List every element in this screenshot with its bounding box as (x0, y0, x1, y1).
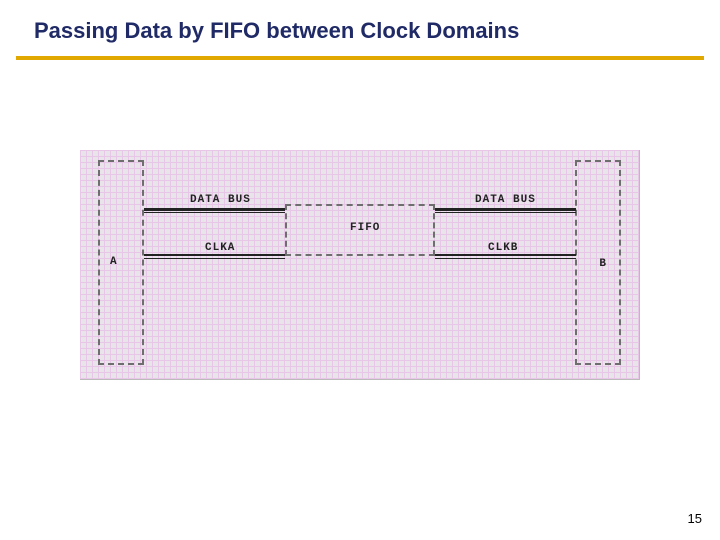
clka-wire-under (144, 258, 285, 259)
domain-b-label: B (599, 258, 607, 270)
data-bus-right-wire-under (435, 212, 576, 213)
clka-label: CLKA (205, 242, 235, 254)
slide-title: Passing Data by FIFO between Clock Domai… (34, 18, 686, 44)
clka-wire (144, 254, 285, 256)
domain-a-label: A (110, 256, 118, 268)
clkb-wire (435, 254, 576, 256)
fifo-diagram: A B FIFO DATA BUS DATA BUS CLKA CLKB (80, 150, 640, 380)
data-bus-left-wire (144, 208, 285, 211)
clkb-label: CLKB (488, 242, 518, 254)
domain-a-box (98, 160, 144, 365)
page-number: 15 (688, 511, 702, 526)
slide: Passing Data by FIFO between Clock Domai… (0, 0, 720, 540)
title-rule (16, 56, 704, 60)
fifo-label: FIFO (350, 222, 380, 234)
data-bus-left-wire-under (144, 212, 285, 213)
data-bus-right-label: DATA BUS (475, 194, 536, 206)
clkb-wire-under (435, 258, 576, 259)
data-bus-right-wire (435, 208, 576, 211)
domain-b-box (575, 160, 621, 365)
data-bus-left-label: DATA BUS (190, 194, 251, 206)
